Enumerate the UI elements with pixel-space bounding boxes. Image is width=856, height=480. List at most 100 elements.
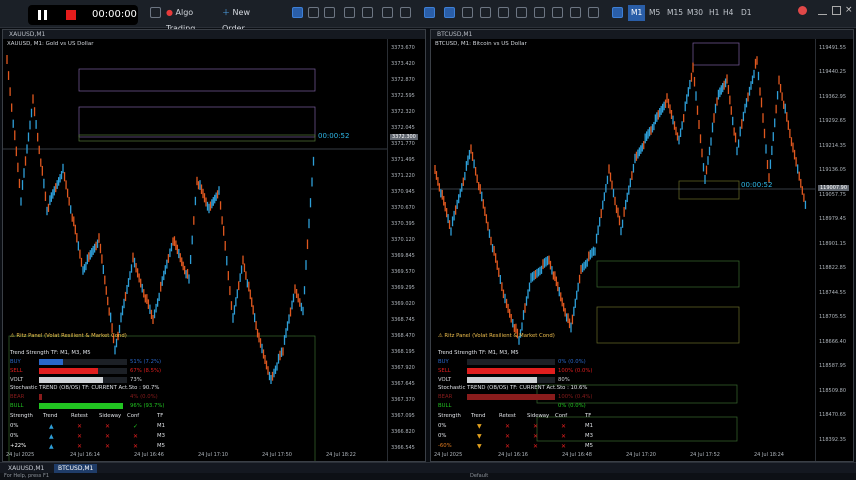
zoom-in-icon[interactable]: [344, 7, 355, 18]
price-scale[interactable]: 3373.670 3373.420 3372.870 3372.595 3372.320…: [387, 39, 425, 461]
tf-m5[interactable]: M5: [646, 5, 663, 21]
tile-windows-icon[interactable]: [382, 7, 393, 18]
tf-m30[interactable]: M30: [684, 5, 706, 21]
sell-bar: [39, 368, 98, 374]
status-help-text: For Help, press F1: [4, 473, 50, 479]
sideway-icon: ✕: [533, 423, 539, 430]
price-tick: 3373.670: [391, 45, 415, 51]
conf-icon: ✕: [133, 443, 139, 450]
horizontal-line-icon[interactable]: [498, 7, 509, 18]
pause-icon[interactable]: [38, 10, 47, 20]
sideway-icon: ✕: [105, 433, 111, 440]
conf-icon: ✕: [133, 433, 139, 440]
strength-cell: 0%: [10, 433, 19, 439]
chart-symbol-label: XAUUSD, M1: Gold vs US Dollar: [7, 41, 94, 47]
price-tick: 3367.370: [391, 397, 415, 403]
zone-box: [692, 42, 740, 66]
chart-symbol-label: BTCUSD, M1: Bitcoin vs US Dollar: [435, 41, 527, 47]
sell-label: SELL: [438, 368, 451, 374]
sideway-icon: ✕: [105, 423, 111, 430]
price-scale[interactable]: 119491.55 119440.25 119362.95 119292.65 1192…: [815, 39, 853, 461]
trend-icon: ▲: [49, 423, 54, 430]
grid-header: Sideway: [527, 413, 550, 419]
line-chart-icon[interactable]: [324, 7, 335, 18]
retest-icon: ✕: [505, 433, 511, 440]
price-tick: 3368.195: [391, 349, 415, 355]
trend-strength-tf: Trend Strength TF: M1, M3, M5: [438, 350, 519, 356]
conf-icon: ✕: [561, 443, 567, 450]
status-bar: For Help, press F1 Default: [0, 473, 856, 480]
volt-value: 73%: [130, 377, 142, 383]
chart-icon[interactable]: [150, 7, 161, 18]
chart-pane-xauusd[interactable]: XAUUSD,M1 XAUUSD, M1: Gold vs US Dollar …: [2, 29, 426, 462]
price-tick: 3366.820: [391, 429, 415, 435]
autoscroll-icon[interactable]: [400, 7, 411, 18]
tf-cell: M5: [157, 443, 165, 449]
chart-pane-btcusd[interactable]: BTCUSD,M1 BTCUSD, M1: Bitcoin vs US Doll…: [430, 29, 854, 462]
bear-value: 100% (0.4%): [558, 394, 593, 400]
crosshair-icon[interactable]: [462, 7, 473, 18]
volt-bar: [467, 377, 538, 383]
algo-trading-button[interactable]: ● Algo Trading: [166, 5, 216, 33]
trendline-icon[interactable]: [516, 7, 527, 18]
grid-header: Trend: [471, 413, 486, 419]
price-tick: 119362.95: [819, 93, 847, 100]
chart-caption: BTCUSD,M1: [431, 30, 853, 39]
price-tick: 3370.395: [391, 221, 415, 227]
cursor-icon[interactable]: [444, 7, 455, 18]
price-tick: 119214.35: [819, 142, 847, 149]
price-tick: 118901.15: [819, 240, 847, 247]
indicator-icon[interactable]: [424, 7, 435, 18]
retest-icon: ✕: [505, 443, 511, 450]
close-icon[interactable]: ×: [845, 6, 854, 15]
trend-strength-tf: Trend Strength TF: M1, M3, M5: [10, 350, 91, 356]
bear-label: BEAR: [438, 394, 453, 400]
text-tool-icon[interactable]: [570, 7, 581, 18]
zoom-out-icon[interactable]: [362, 7, 373, 18]
screen-recorder-bar: 00:00:00: [28, 5, 138, 25]
tf-d1[interactable]: D1: [738, 5, 755, 21]
price-tick: 118509.80: [819, 387, 847, 394]
price-tick: 3367.920: [391, 365, 415, 371]
price-tick: 3371.495: [391, 157, 415, 163]
new-order-button[interactable]: ＋ New Order: [222, 5, 270, 33]
period-icon[interactable]: [612, 7, 623, 18]
tf-cell: M5: [585, 443, 593, 449]
sideway-icon: ✕: [533, 443, 539, 450]
shapes-icon[interactable]: [588, 7, 599, 18]
tf-cell: M1: [157, 423, 165, 429]
tf-h4[interactable]: H4: [720, 5, 736, 21]
retest-icon: ✕: [77, 443, 83, 450]
price-tick: 3368.745: [391, 317, 415, 323]
recording-timer: 00:00:00: [92, 9, 137, 20]
grid-header: Strength: [438, 413, 461, 419]
sell-value: 100% (0.0%): [558, 368, 593, 374]
price-tick: 3372.595: [391, 93, 415, 99]
strength-cell: 0%: [438, 433, 447, 439]
fibonacci-icon[interactable]: [552, 7, 563, 18]
tab-btcusd[interactable]: BTCUSD,M1: [54, 464, 98, 473]
vertical-line-icon[interactable]: [480, 7, 491, 18]
grid-header: Strength: [10, 413, 33, 419]
candle-icon[interactable]: [308, 7, 319, 18]
ritz-panel: ⚠ Ritz Panel (Volat Resilient & Market C…: [7, 333, 317, 453]
minimize-icon[interactable]: [818, 6, 827, 15]
buy-bar: [39, 359, 63, 365]
tf-cell: M3: [157, 433, 165, 439]
tf-m15[interactable]: M15: [664, 5, 686, 21]
ritz-panel: ⚠ Ritz Panel (Volat Resilient & Market C…: [435, 333, 745, 453]
panel-title: ⚠ Ritz Panel (Volat Resilient & Market C…: [438, 333, 555, 339]
channel-icon[interactable]: [534, 7, 545, 18]
sell-value: 67% (8.5%): [130, 368, 162, 374]
maximize-icon[interactable]: [832, 6, 841, 15]
chart-bar-icon[interactable]: [292, 7, 303, 18]
price-tick: 118587.95: [819, 363, 847, 370]
tab-xauusd[interactable]: XAUUSD,M1: [4, 464, 48, 473]
sell-bar-track: [97, 368, 127, 374]
tf-m1[interactable]: M1: [628, 5, 646, 21]
price-tick: 3370.120: [391, 237, 415, 243]
stop-record-icon[interactable]: [66, 10, 76, 20]
zone-box: [596, 260, 740, 288]
conf-icon: ✓: [133, 423, 139, 430]
grid-header: TF: [585, 413, 592, 419]
